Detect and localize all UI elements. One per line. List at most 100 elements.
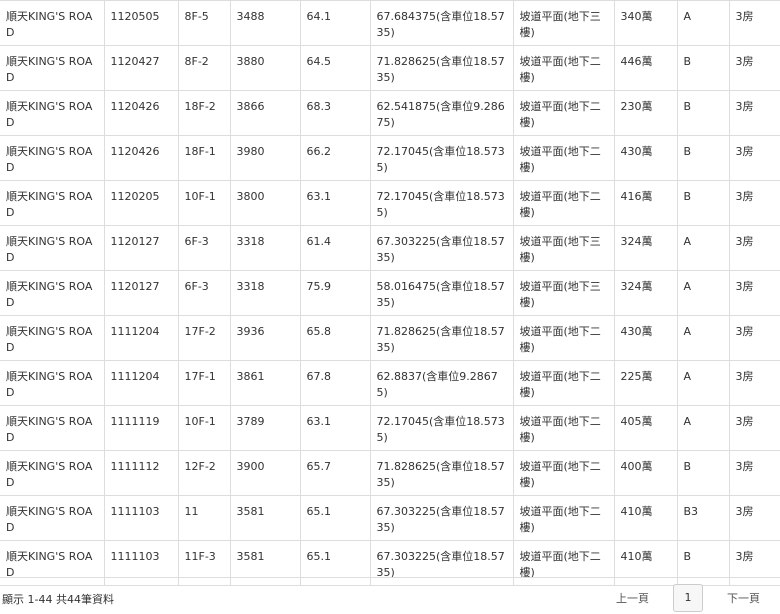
grade-cell: A (676, 405, 730, 451)
floor-cell: 12F-2 (177, 450, 231, 496)
total-area-cell: 62.8837(含車位9.28675) (369, 360, 514, 406)
area-cell: 75.9 (299, 270, 371, 316)
project-name-cell: 順天KING'S ROAD (0, 225, 105, 271)
parking-price-cell: 430萬 (613, 315, 678, 361)
area-cell: 64.1 (299, 0, 371, 46)
date-cell: 1120127 (103, 270, 179, 316)
table-row: 順天KING'S ROAD 1111103 11 3581 65.1 67.303225(… (0, 495, 780, 541)
parking-type-cell: 坡道平面(地下二樓) (512, 315, 615, 361)
unit-price-cell: 3980 (229, 135, 301, 181)
project-name-cell: 順天KING'S ROAD (0, 45, 105, 91)
parking-type-cell: 坡道平面(地下二樓) (512, 45, 615, 91)
rooms-cell: 3房 (728, 315, 780, 361)
total-area-cell: 67.303225(含車位18.5735) (369, 495, 514, 541)
grade-cell: A (676, 0, 730, 46)
date-cell: 1111112 (103, 450, 179, 496)
table-row: 順天KING'S ROAD 1120427 8F-2 3880 64.5 71.82862… (0, 45, 780, 91)
table-footer: 顯示 1-44 共44筆資料 上一頁 1 下一頁 (0, 577, 780, 614)
record-summary: 顯示 1-44 共44筆資料 (2, 593, 114, 606)
floor-cell: 8F-5 (177, 0, 231, 46)
parking-type-cell: 坡道平面(地下三樓) (512, 0, 615, 46)
project-name-cell: 順天KING'S ROAD (0, 90, 105, 136)
floor-cell: 6F-3 (177, 270, 231, 316)
parking-price-cell: 430萬 (613, 135, 678, 181)
parking-type-cell: 坡道平面(地下二樓) (512, 90, 615, 136)
total-area-cell: 62.541875(含車位9.28675) (369, 90, 514, 136)
table-row: 順天KING'S ROAD 1120426 18F-1 3980 66.2 72.1704… (0, 135, 780, 181)
grade-cell: B (676, 135, 730, 181)
unit-price-cell: 3880 (229, 45, 301, 91)
date-cell: 1120426 (103, 90, 179, 136)
grade-cell: B3 (676, 495, 730, 541)
date-cell: 1120426 (103, 135, 179, 181)
grade-cell: B (676, 90, 730, 136)
table-body: 順天KING'S ROAD 1120505 8F-5 3488 64.1 67.68437… (0, 0, 780, 586)
parking-price-cell: 410萬 (613, 495, 678, 541)
unit-price-cell: 3488 (229, 0, 301, 46)
rooms-cell: 3房 (728, 45, 780, 91)
rooms-cell: 3房 (728, 90, 780, 136)
parking-price-cell: 446萬 (613, 45, 678, 91)
parking-type-cell: 坡道平面(地下三樓) (512, 225, 615, 271)
prev-page-button[interactable]: 上一頁 (608, 590, 657, 606)
parking-price-cell: 230萬 (613, 90, 678, 136)
unit-price-cell: 3581 (229, 495, 301, 541)
floor-cell: 8F-2 (177, 45, 231, 91)
table-row: 順天KING'S ROAD 1111204 17F-1 3861 67.8 62.8837… (0, 360, 780, 406)
unit-price-cell: 3936 (229, 315, 301, 361)
parking-type-cell: 坡道平面(地下二樓) (512, 405, 615, 451)
pagination: 上一頁 1 下一頁 (608, 584, 768, 612)
unit-price-cell: 3861 (229, 360, 301, 406)
date-cell: 1120505 (103, 0, 179, 46)
date-cell: 1111119 (103, 405, 179, 451)
rooms-cell: 3房 (728, 180, 780, 226)
parking-price-cell: 400萬 (613, 450, 678, 496)
parking-price-cell: 405萬 (613, 405, 678, 451)
project-name-cell: 順天KING'S ROAD (0, 135, 105, 181)
grade-cell: B (676, 180, 730, 226)
unit-price-cell: 3900 (229, 450, 301, 496)
floor-cell: 10F-1 (177, 180, 231, 226)
area-cell: 65.8 (299, 315, 371, 361)
project-name-cell: 順天KING'S ROAD (0, 180, 105, 226)
parking-type-cell: 坡道平面(地下二樓) (512, 135, 615, 181)
table-row: 順天KING'S ROAD 1111204 17F-2 3936 65.8 71.8286… (0, 315, 780, 361)
rooms-cell: 3房 (728, 135, 780, 181)
parking-type-cell: 坡道平面(地下二樓) (512, 450, 615, 496)
unit-price-cell: 3789 (229, 405, 301, 451)
table-row: 順天KING'S ROAD 1120127 6F-3 3318 61.4 67.30322… (0, 225, 780, 271)
transactions-table: 順天KING'S ROAD 1120505 8F-5 3488 64.1 67.68437… (0, 0, 780, 586)
floor-cell: 18F-1 (177, 135, 231, 181)
project-name-cell: 順天KING'S ROAD (0, 270, 105, 316)
date-cell: 1120127 (103, 225, 179, 271)
floor-cell: 10F-1 (177, 405, 231, 451)
grade-cell: A (676, 315, 730, 361)
area-cell: 65.1 (299, 495, 371, 541)
parking-type-cell: 坡道平面(地下二樓) (512, 180, 615, 226)
floor-cell: 18F-2 (177, 90, 231, 136)
project-name-cell: 順天KING'S ROAD (0, 0, 105, 46)
area-cell: 61.4 (299, 225, 371, 271)
floor-cell: 6F-3 (177, 225, 231, 271)
rooms-cell: 3房 (728, 270, 780, 316)
project-name-cell: 順天KING'S ROAD (0, 315, 105, 361)
table-row: 順天KING'S ROAD 1111112 12F-2 3900 65.7 71.8286… (0, 450, 780, 496)
rooms-cell: 3房 (728, 0, 780, 46)
total-area-cell: 72.17045(含車位18.5735) (369, 135, 514, 181)
grade-cell: A (676, 360, 730, 406)
area-cell: 67.8 (299, 360, 371, 406)
total-area-cell: 72.17045(含車位18.5735) (369, 180, 514, 226)
grade-cell: A (676, 270, 730, 316)
page-1-button[interactable]: 1 (673, 584, 703, 612)
parking-price-cell: 416萬 (613, 180, 678, 226)
area-cell: 63.1 (299, 405, 371, 451)
project-name-cell: 順天KING'S ROAD (0, 405, 105, 451)
rooms-cell: 3房 (728, 360, 780, 406)
total-area-cell: 71.828625(含車位18.5735) (369, 45, 514, 91)
project-name-cell: 順天KING'S ROAD (0, 360, 105, 406)
area-cell: 68.3 (299, 90, 371, 136)
area-cell: 66.2 (299, 135, 371, 181)
parking-type-cell: 坡道平面(地下三樓) (512, 270, 615, 316)
next-page-button[interactable]: 下一頁 (719, 590, 768, 606)
date-cell: 1111204 (103, 315, 179, 361)
